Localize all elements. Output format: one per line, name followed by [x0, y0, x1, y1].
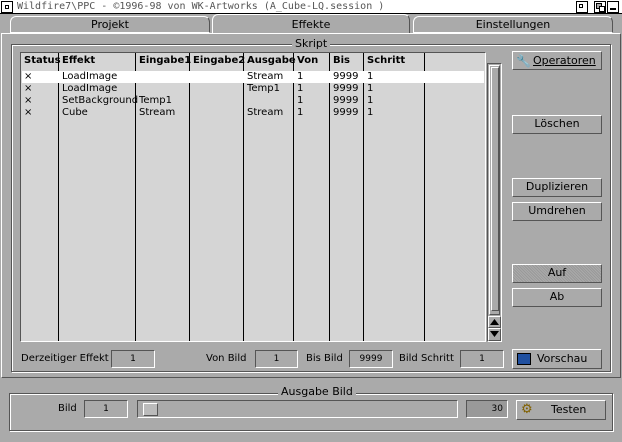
row-status: ×	[24, 107, 33, 118]
row-bis: 9999	[333, 83, 359, 94]
von-bild-label: Von Bild	[206, 353, 247, 364]
row-von: 1	[297, 83, 304, 94]
arrow-down-icon	[490, 331, 499, 337]
operatoren-label: Operatoren	[533, 54, 596, 67]
wrench-icon: 🔧	[516, 54, 531, 68]
bild-schritt-field[interactable]: 1	[460, 350, 504, 368]
header-status[interactable]: Status	[24, 55, 61, 67]
row-von: 1	[297, 95, 304, 106]
header-effekt[interactable]: Effekt	[62, 55, 95, 67]
vorschau-label: Vorschau	[537, 352, 588, 365]
window-title-bar[interactable]: Wildfire7\PPC - ©1996-98 von WK-Artworks…	[0, 0, 622, 14]
list-scrollbar[interactable]	[487, 63, 502, 342]
row-schritt: 1	[367, 107, 374, 118]
row-schritt: 1	[367, 95, 374, 106]
tab-projekt[interactable]: Projekt	[10, 16, 210, 33]
row-eingabe1: Temp1	[139, 95, 173, 106]
window-title: Wildfire7\PPC - ©1996-98 von WK-Artworks…	[17, 1, 385, 12]
bild-schritt-label: Bild Schritt	[399, 353, 454, 364]
row-bis: 9999	[333, 95, 359, 106]
row-schritt: 1	[367, 71, 374, 82]
row-bis: 9999	[333, 71, 359, 82]
table-row[interactable]: × Cube Stream Stream 1 9999 1	[22, 107, 484, 119]
operatoren-button[interactable]: 🔧 Operatoren	[512, 51, 602, 70]
auf-button[interactable]: Auf	[512, 264, 602, 283]
row-ausgabe: Stream	[247, 107, 284, 118]
derzeitiger-effekt-label: Derzeitiger Effekt	[21, 353, 109, 364]
header-von[interactable]: Von	[297, 55, 318, 67]
scrollbar-thumb[interactable]	[491, 67, 499, 311]
row-von: 1	[297, 71, 304, 82]
table-row[interactable]: × LoadImage Stream 1 9999 1	[22, 71, 484, 83]
row-ausgabe: Temp1	[247, 83, 281, 94]
header-ausgabe[interactable]: Ausgabe	[247, 55, 296, 67]
testen-label: Testen	[551, 403, 587, 416]
scroll-up-button[interactable]	[488, 316, 501, 328]
row-status: ×	[24, 95, 33, 106]
bis-bild-label: Bis Bild	[306, 353, 343, 364]
zoom-gadget[interactable]	[576, 1, 588, 13]
bild-slider[interactable]	[137, 400, 458, 418]
row-ausgabe: Stream	[247, 71, 284, 82]
table-row[interactable]: × LoadImage Temp1 1 9999 1	[22, 83, 484, 95]
row-von: 1	[297, 107, 304, 118]
row-status: ×	[24, 71, 33, 82]
testen-button[interactable]: ⚙ Testen	[516, 400, 606, 420]
tab-einstellungen[interactable]: Einstellungen	[413, 16, 613, 33]
iconify-gadget[interactable]	[607, 1, 619, 13]
output-group-title: Ausgabe Bild	[278, 386, 356, 398]
close-gadget[interactable]	[1, 1, 13, 13]
scroll-down-button[interactable]	[488, 328, 501, 341]
umdrehen-button[interactable]: Umdrehen	[512, 202, 602, 221]
row-bis: 9999	[333, 107, 359, 118]
row-status: ×	[24, 83, 33, 94]
slider-max-field: 30	[466, 400, 508, 418]
header-eingabe2[interactable]: Eingabe2	[193, 55, 245, 67]
row-effekt: Cube	[62, 107, 88, 118]
slider-knob[interactable]	[143, 403, 158, 416]
bis-bild-field[interactable]: 9999	[349, 350, 393, 368]
header-schritt[interactable]: Schritt	[367, 55, 405, 67]
tab-effekte[interactable]: Effekte	[212, 14, 410, 34]
row-effekt: LoadImage	[62, 83, 118, 94]
effects-list[interactable]: Status Effekt Eingabe1 Eingabe2 Ausgabe …	[20, 52, 486, 342]
depth-gadget[interactable]	[594, 1, 606, 13]
header-bis[interactable]: Bis	[333, 55, 350, 67]
gear-icon: ⚙	[521, 402, 533, 417]
list-header: Status Effekt Eingabe1 Eingabe2 Ausgabe …	[21, 55, 485, 67]
vorschau-button[interactable]: Vorschau	[512, 349, 602, 369]
row-effekt: LoadImage	[62, 71, 118, 82]
table-row[interactable]: × SetBackground Temp1 1 9999 1	[22, 95, 484, 107]
bild-label: Bild	[58, 403, 77, 414]
script-group-title: Skript	[292, 38, 331, 50]
row-effekt: SetBackground	[62, 95, 139, 106]
monitor-icon	[517, 353, 531, 365]
derzeitiger-effekt-field[interactable]: 1	[111, 350, 155, 368]
arrow-up-icon	[490, 319, 499, 325]
header-eingabe1[interactable]: Eingabe1	[139, 55, 191, 67]
row-eingabe1: Stream	[139, 107, 176, 118]
duplizieren-button[interactable]: Duplizieren	[512, 178, 602, 197]
loeschen-button[interactable]: Löschen	[512, 115, 602, 134]
row-schritt: 1	[367, 83, 374, 94]
ab-button[interactable]: Ab	[512, 288, 602, 307]
bild-field[interactable]: 1	[84, 400, 128, 418]
von-bild-field[interactable]: 1	[255, 350, 298, 368]
